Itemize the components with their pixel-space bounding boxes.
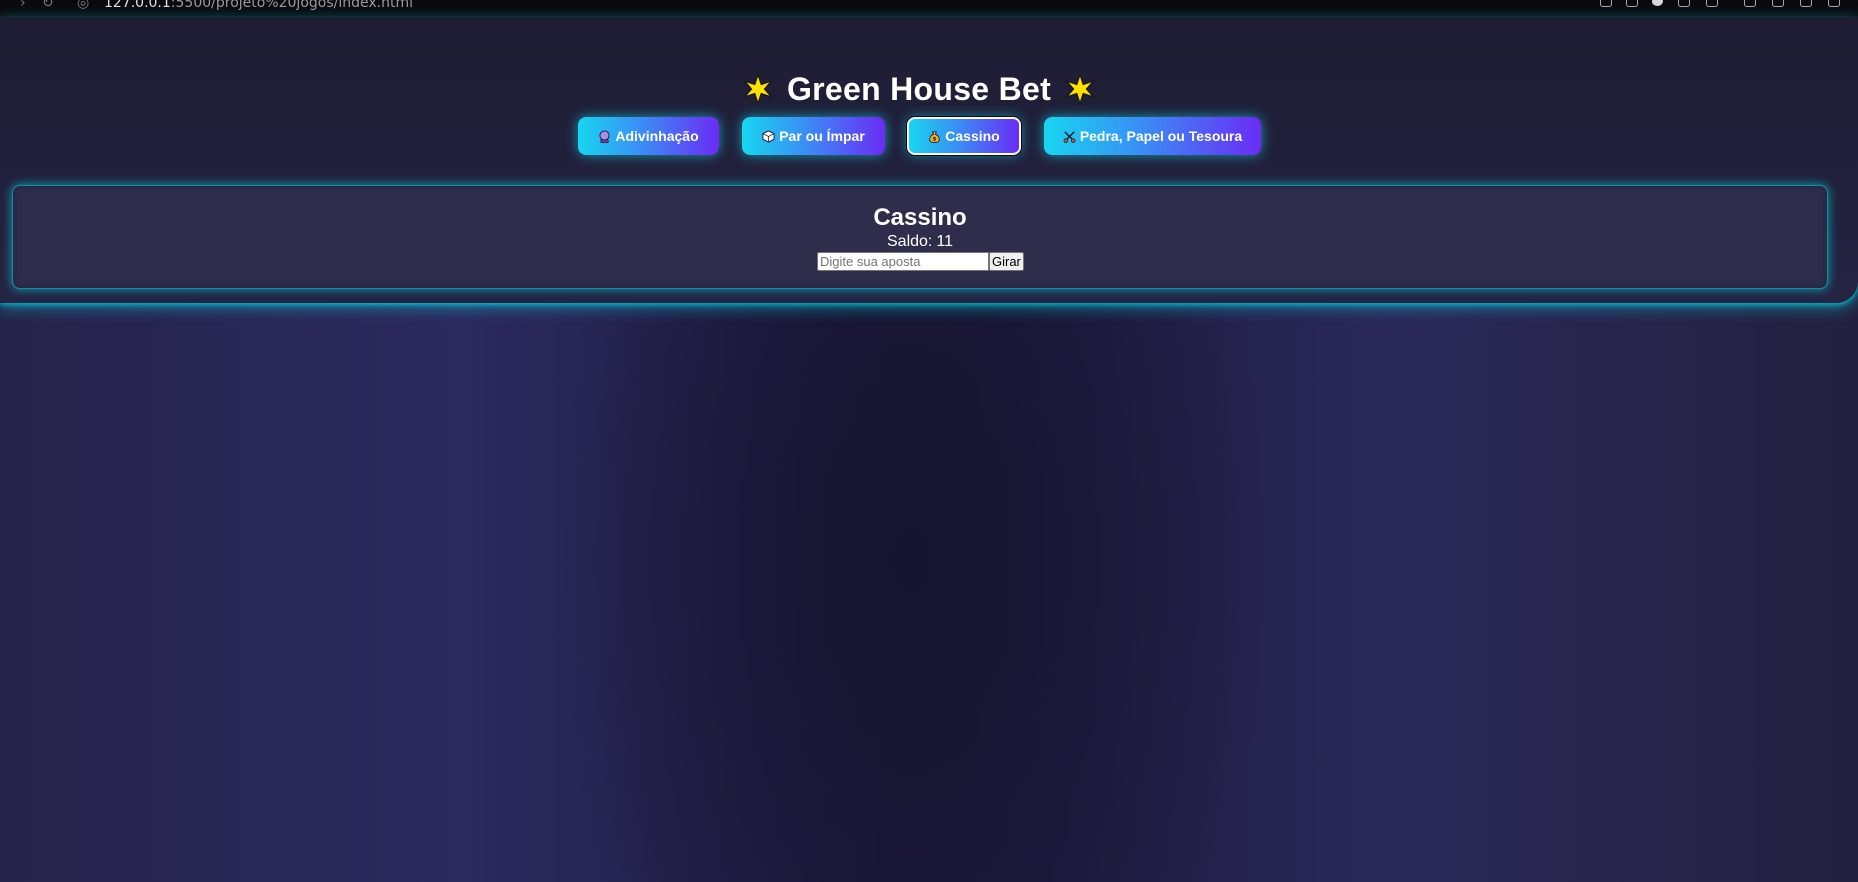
download-icon[interactable] [1800,0,1812,7]
spin-button[interactable]: Girar [989,252,1024,271]
tab-par-ou-impar-button[interactable]: Par ou Ímpar [742,117,885,155]
money-bag-icon: $ [929,131,940,143]
browser-toolbar: › ↻ ◎ 127.0.0.1:5500/projeto%20jogos/ind… [0,0,1858,17]
send-icon[interactable] [1678,0,1690,7]
star-icon [1063,71,1097,107]
tab-adivinhacao-label: Adivinhação [615,128,699,144]
tab-cassino-label: Cassino [945,128,1000,144]
url-host: 127.0.0.1 [104,0,171,11]
pin-icon[interactable] [1600,0,1612,7]
crystal-ball-icon [599,130,610,143]
bet-form: Girar [817,252,1024,271]
reload-icon[interactable]: ↻ [42,0,54,11]
balance-display: Saldo: 11 [13,233,1827,251]
balance-value: 11 [936,233,953,250]
crop-icon[interactable] [1626,0,1638,7]
dice-icon [762,130,775,143]
tab-pedra-papel-tesoura-label: Pedra, Papel ou Tesoura [1079,128,1243,144]
bet-input[interactable] [817,252,989,271]
star-icon [741,71,775,107]
share-icon[interactable] [1744,0,1756,7]
tab-par-ou-impar-label: Par ou Ímpar [779,128,865,144]
page-title-row: Green House Bet [0,69,1838,109]
forward-icon[interactable]: › [20,0,26,11]
tab-pedra-papel-tesoura-button[interactable]: Pedra, Papel ou Tesoura [1044,117,1261,155]
site-info-icon[interactable]: ◎ [77,0,89,11]
menu-icon[interactable] [1828,0,1840,7]
page-title: Green House Bet [786,71,1052,107]
balance-label: Saldo: [887,233,933,250]
mail-icon[interactable] [1772,0,1784,7]
extension-icon[interactable] [1652,0,1663,6]
favorite-icon[interactable] [1706,0,1718,7]
tab-cassino-button[interactable]: $ Cassino [907,117,1021,155]
svg-text:$: $ [933,137,937,143]
game-card: Cassino Saldo:11 Girar [12,185,1828,289]
scissors-icon [1063,131,1076,143]
url-path: :5500/projeto%20jogos/index.html [170,0,413,11]
app-header: Green House Bet Adivinhação Par ou Ímpar… [0,17,1858,303]
game-nav: Adivinhação Par ou Ímpar $ Cassino Pedra… [0,117,1858,157]
tab-adivinhacao-button[interactable]: Adivinhação [578,117,719,155]
game-title: Cassino [873,204,967,231]
address-bar[interactable]: 127.0.0.1:5500/projeto%20jogos/index.htm… [104,0,413,11]
